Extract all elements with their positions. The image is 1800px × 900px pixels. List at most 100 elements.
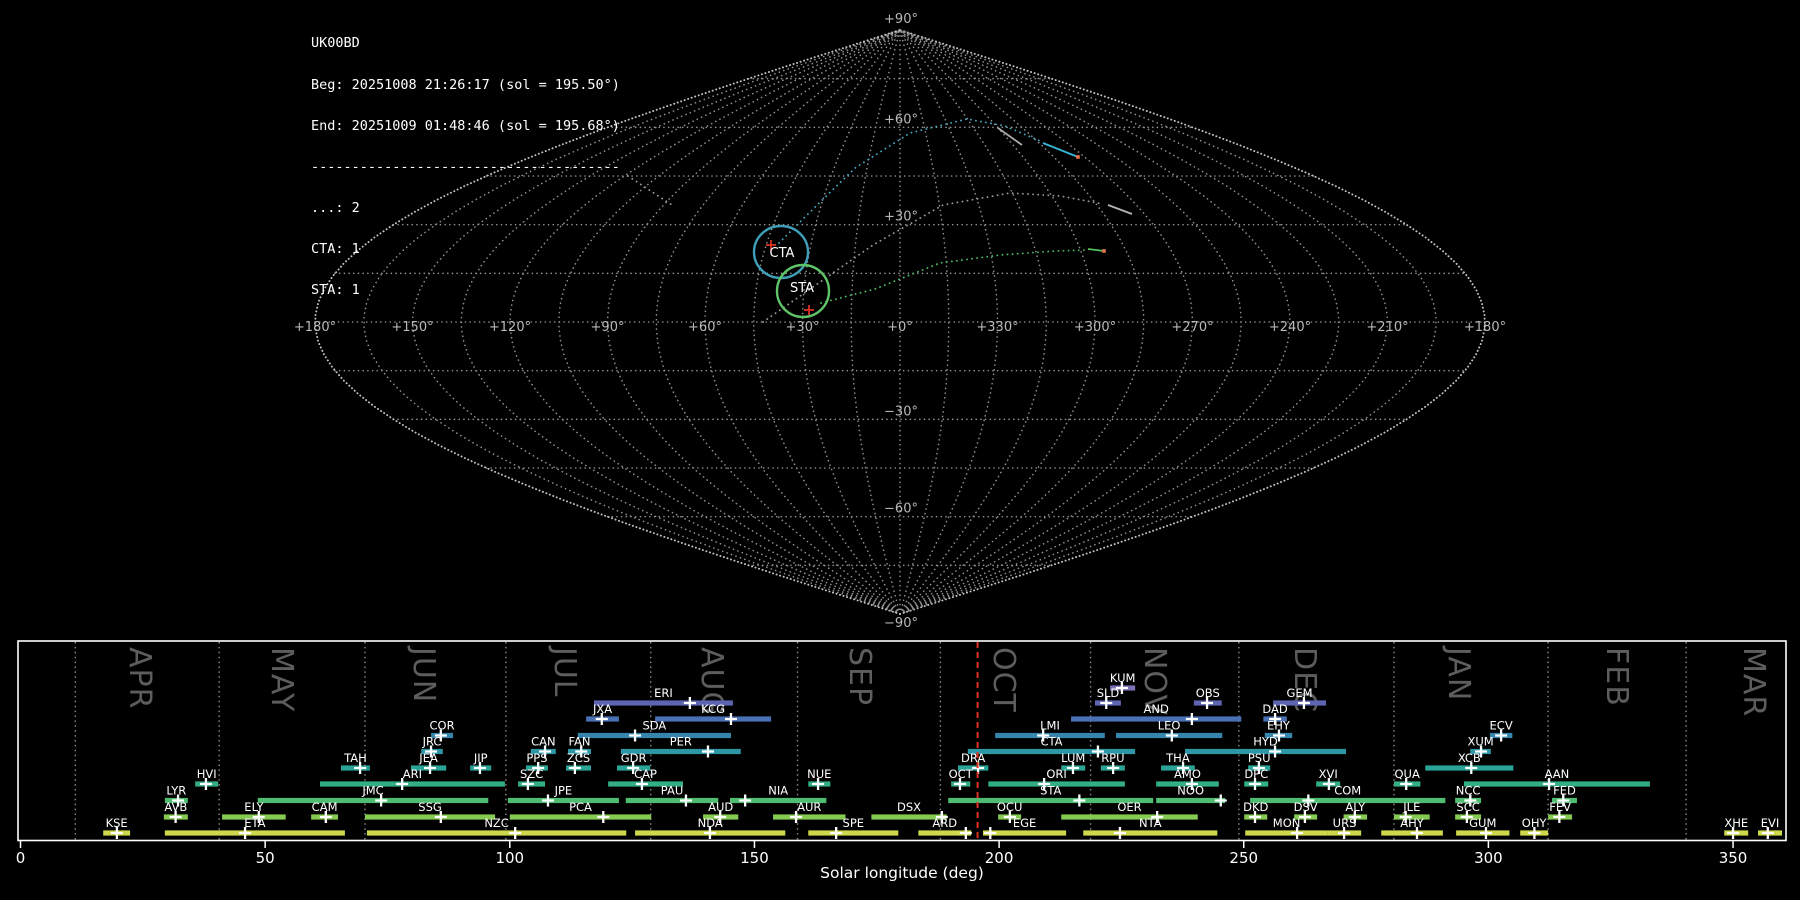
activity-bar (507, 797, 619, 804)
shower-kse: KSE (103, 816, 131, 839)
shower-ahy: AHY (1381, 816, 1443, 839)
begin-time-line: Beg: 20251008 21:26:17 (sol = 195.50°) (311, 76, 620, 93)
shower-dpc: DPC (1244, 767, 1269, 790)
shower-code-label: NZC (484, 816, 509, 830)
activity-bar (319, 781, 505, 787)
shower-code-label: CTA (1040, 735, 1062, 749)
shower-code-label: GDR (621, 751, 647, 765)
shower-rpu: RPU (1100, 751, 1125, 774)
shower-code-label: ORI (1046, 767, 1066, 781)
shower-code-label: ECV (1490, 719, 1513, 733)
equator-longitude-label: +0° (887, 320, 913, 335)
month-label-jun: JUN (406, 645, 441, 703)
equator-longitude-label: +210° (1366, 320, 1408, 335)
shower-code-label: COM (1334, 784, 1361, 798)
shower-code-label: PCA (569, 800, 592, 814)
shower-code-label: KCG (701, 702, 725, 716)
shower-noo: NOO (1156, 784, 1227, 807)
equator-longitude-label: +60° (688, 320, 722, 335)
peak-marker (701, 745, 714, 758)
shower-code-label: SDA (642, 719, 666, 733)
shower-code-label: ERI (654, 686, 673, 700)
month-label-feb: FEB (1599, 647, 1634, 707)
month-label-apr: APR (122, 647, 157, 709)
x-axis-tick-label: 300 (1474, 849, 1503, 867)
shower-code-label: DSX (897, 800, 921, 814)
peak-marker (1185, 713, 1198, 725)
shower-code-label: ETA (244, 816, 265, 830)
peak-marker (984, 827, 997, 839)
shower-jip: JIP (470, 751, 492, 774)
shower-code-label: CAM (312, 800, 338, 814)
shower-code-label: LUM (1061, 751, 1085, 765)
shower-code-label: DKD (1243, 800, 1268, 814)
shower-code-label: NCC (1456, 784, 1481, 798)
shower-code-label: ELY (244, 800, 264, 814)
peak-marker (1113, 827, 1126, 839)
equator-longitude-label: +300° (1074, 320, 1116, 335)
shower-code-label: NDA (698, 816, 723, 830)
shower-code-label: JLE (1402, 800, 1420, 814)
month-label-may: MAY (264, 647, 299, 712)
x-axis-tick-label: 250 (1229, 849, 1258, 867)
shower-code-label: EHY (1267, 719, 1291, 733)
station-id: UK00BD (311, 35, 360, 52)
activity-bar (1083, 830, 1218, 836)
shower-code-label: SZC (520, 767, 543, 781)
shower-code-label: HYD (1253, 735, 1278, 749)
peak-marker (1073, 794, 1086, 807)
radiant-activity-figure: +180° +150° +120° +90° +60° +30° +0° +330° +300°… (16, 12, 1787, 882)
x-axis-title: Solar longitude (deg) (820, 864, 984, 882)
shower-code-label: RPU (1101, 751, 1124, 765)
shower-code-label: AHY (1400, 816, 1425, 830)
latitude-label: −90° (884, 616, 918, 631)
activity-bar (366, 830, 627, 836)
peak-marker (830, 827, 843, 839)
shower-code-label: AUD (708, 800, 733, 814)
radiant-activity-screenshot: UK00BD Beg: 20251008 21:26:17 (sol = 195… (0, 0, 1800, 900)
shower-hvi: HVI (195, 767, 219, 790)
shower-code-label: XUM (1467, 735, 1493, 749)
shower-code-label: OCT (949, 767, 974, 781)
radiant-label-cta: CTA (770, 246, 795, 261)
shower-code-label: PAU (661, 784, 683, 798)
shower-pau: PAU (625, 784, 719, 807)
shower-code-label: PPS (526, 751, 547, 765)
shower-code-label: AMO (1174, 767, 1201, 781)
meteor-trails (627, 118, 1133, 323)
shower-jmc: JMC (257, 784, 489, 807)
shower-code-label: AND (1144, 702, 1169, 716)
activity-bar (625, 797, 719, 804)
shower-code-label: LEO (1158, 719, 1181, 733)
shower-code-label: ARI (403, 767, 422, 781)
shower-evi: EVI (1758, 816, 1782, 839)
shower-oct: OCT (949, 767, 974, 790)
activity-bar (808, 830, 899, 836)
x-axis-tick-label: 150 (740, 849, 769, 867)
shower-cam: CAM (311, 800, 339, 823)
shower-qua: QUA (1393, 767, 1421, 790)
shower-code-label: COR (429, 719, 454, 733)
shower-code-label: EGE (1013, 816, 1036, 830)
shower-radiant-circles: CTA STA (752, 224, 831, 319)
shower-nue: NUE (807, 767, 831, 790)
latitude-label: +90° (884, 12, 918, 27)
equator-longitude-label: +240° (1269, 320, 1311, 335)
shower-pca: PCA (509, 800, 652, 823)
shower-code-label: URS (1333, 816, 1357, 830)
shower-aur: AUR (773, 800, 846, 823)
shower-sld: SLD (1095, 686, 1121, 709)
shower-code-label: TAH (343, 751, 367, 765)
activity-bar (1245, 830, 1328, 836)
cta-meteor-track (1042, 142, 1079, 158)
shower-xcb: XCB (1425, 751, 1514, 774)
sporadic-count: ...: 2 (311, 199, 360, 216)
shower-code-label: STA (1040, 784, 1061, 798)
activity-bar (773, 814, 846, 820)
peak-marker (959, 827, 972, 839)
month-label-mar: MAR (1736, 647, 1771, 717)
equator-longitude-label: +330° (976, 320, 1018, 335)
peak-marker (597, 811, 610, 823)
shower-code-label: XHE (1724, 816, 1748, 830)
shower-xhe: XHE (1724, 816, 1749, 839)
